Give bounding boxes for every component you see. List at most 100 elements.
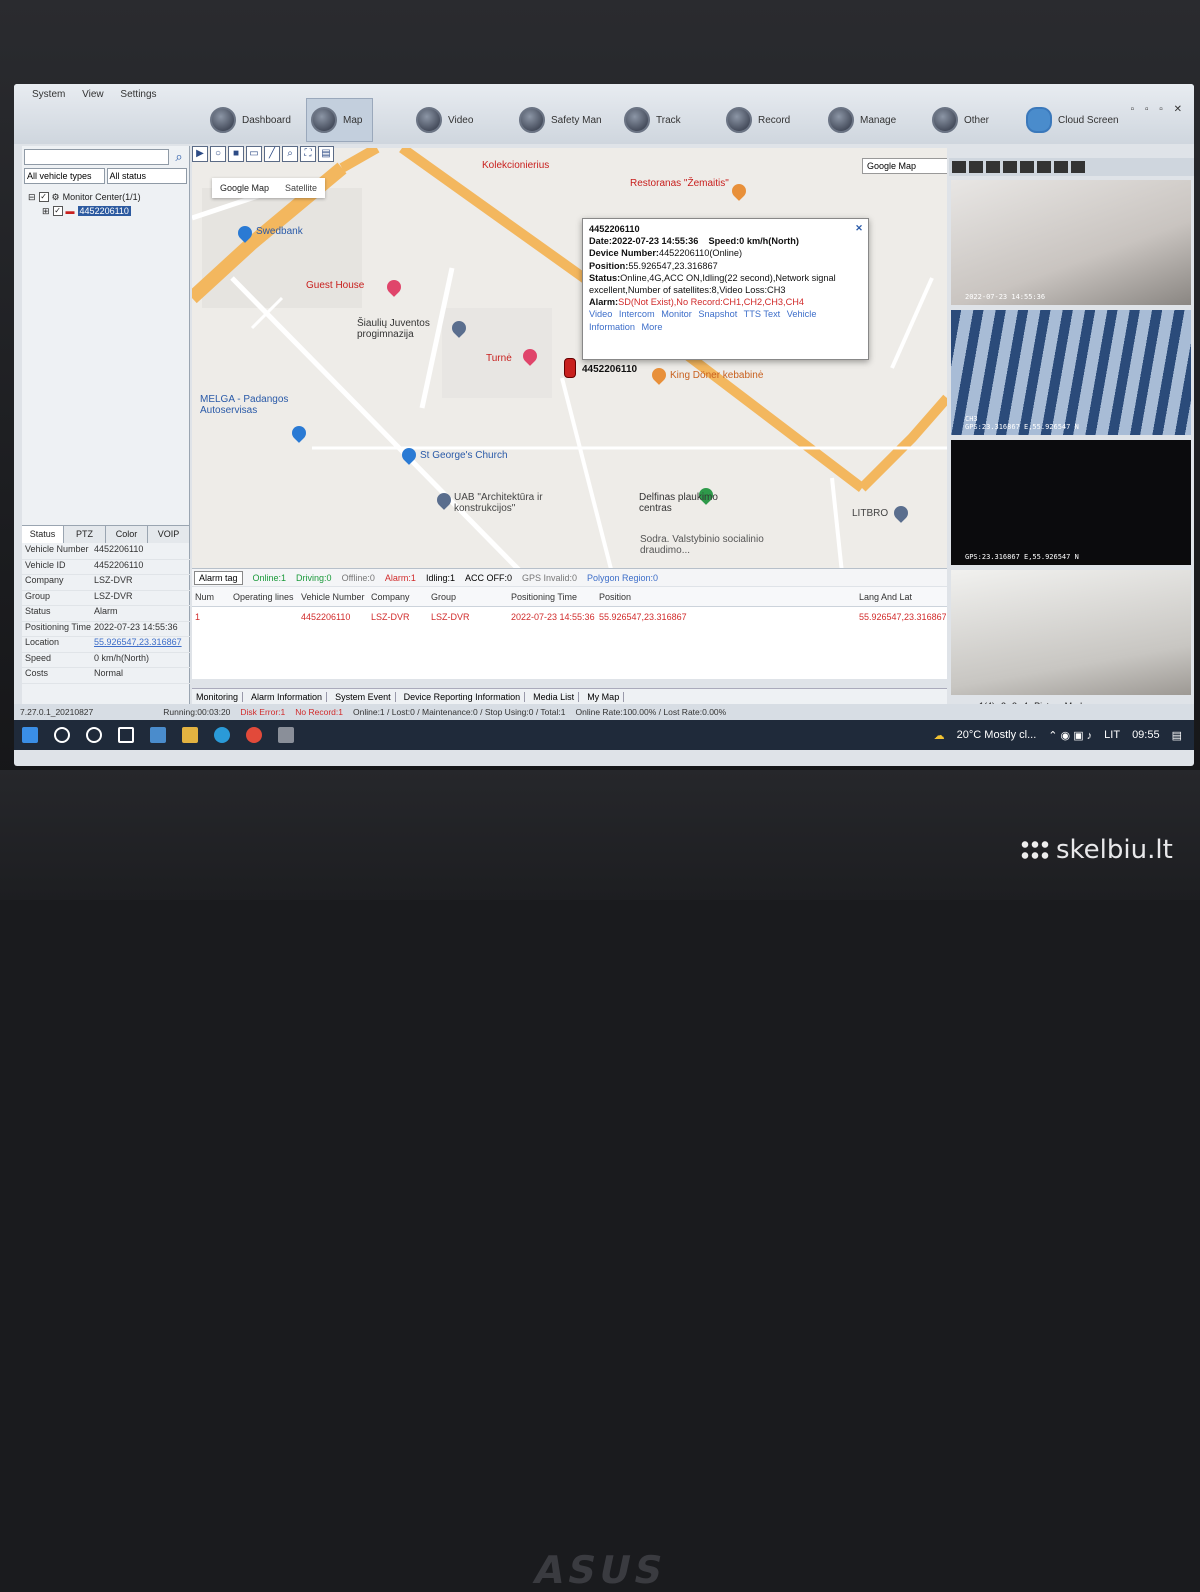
app-icon[interactable] (150, 727, 166, 743)
video-control-icon[interactable] (1003, 161, 1017, 173)
clock[interactable]: 09:55 (1132, 729, 1160, 741)
popup-link-intercom[interactable]: Intercom (619, 309, 655, 319)
notification-icon[interactable]: ▤ (1172, 729, 1182, 742)
video-control-icon[interactable] (986, 161, 1000, 173)
weather-text[interactable]: 20°C Mostly cl... (957, 729, 1037, 741)
search-icon[interactable] (54, 727, 70, 743)
fleet-stats: Online:1 / Lost:0 / Maintenance:0 / Stop… (353, 707, 566, 717)
filter-idling[interactable]: Idling:1 (426, 573, 455, 583)
zoom-icon[interactable]: ⌕ (282, 146, 298, 162)
circle-icon[interactable]: ○ (210, 146, 226, 162)
laptop-screen: System View Settings Dashboard Map Video… (14, 84, 1194, 766)
filter-online[interactable]: Online:1 (253, 573, 287, 583)
folder-icon[interactable] (182, 727, 198, 743)
google-map-option[interactable]: Google Map (212, 178, 277, 198)
nav-map[interactable]: Map (306, 98, 374, 142)
stop-icon[interactable]: ■ (228, 146, 244, 162)
manage-icon (828, 107, 854, 133)
popup-link-video[interactable]: Video (589, 309, 612, 319)
popup-link-vehicle[interactable]: Vehicle (787, 309, 817, 319)
map-label-architecture: UAB "Architektūra ir konstrukcijos" (454, 492, 543, 514)
video-channel-3[interactable]: GPS:23.316867 E,55.926547 N (951, 440, 1191, 565)
filter-polygon-region[interactable]: Polygon Region:0 (587, 573, 658, 583)
popup-link-monitor[interactable]: Monitor (661, 309, 692, 319)
tab-device-reporting[interactable]: Device Reporting Information (400, 691, 526, 702)
filter-offline[interactable]: Offline:0 (342, 573, 375, 583)
popup-link-snapshot[interactable]: Snapshot (698, 309, 737, 319)
table-header: Num Operating lines Vehicle Number Compa… (192, 587, 947, 607)
status-select[interactable]: All status (106, 168, 187, 184)
close-icon[interactable]: ✕ (855, 222, 863, 234)
tree-device[interactable]: ⊞ ✓ ▬ 4452206110 (28, 204, 183, 218)
vehicle-search-input[interactable] (24, 149, 169, 165)
expand-icon[interactable]: ⊞ (42, 206, 50, 217)
checkbox[interactable]: ✓ (38, 192, 49, 202)
checkbox[interactable]: ✓ (52, 206, 63, 216)
nav-safety[interactable]: Safety Man (519, 98, 602, 142)
video-control-icon[interactable] (1071, 161, 1085, 173)
filter-alarm[interactable]: Alarm:1 (385, 573, 416, 583)
search-icon[interactable]: ⌕ (171, 149, 187, 165)
video-control-icon[interactable] (952, 161, 966, 173)
edge-icon[interactable] (214, 727, 230, 743)
collapse-icon[interactable]: ⊟ (28, 192, 36, 203)
nav-track[interactable]: Track (624, 98, 681, 142)
table-row[interactable]: 1 4452206110 LSZ-DVR LSZ-DVR 2022-07-23 … (192, 607, 947, 627)
map-label-delfinas: Delfinas plaukimo centras (639, 492, 718, 514)
video-channel-4[interactable] (951, 570, 1191, 695)
nav-other[interactable]: Other (932, 98, 989, 142)
filter-acc-off[interactable]: ACC OFF:0 (465, 573, 512, 583)
video-channel-2[interactable]: CH3 GPS:23.316867 E,55.926547 N (951, 310, 1191, 435)
tab-color[interactable]: Color (106, 526, 148, 543)
tab-voip[interactable]: VOIP (148, 526, 190, 543)
windows-start-icon[interactable] (22, 727, 38, 743)
video-control-icon[interactable] (1037, 161, 1051, 173)
tab-ptz[interactable]: PTZ (64, 526, 106, 543)
tab-alarm-information[interactable]: Alarm Information (247, 691, 328, 702)
language[interactable]: LIT (1104, 729, 1120, 741)
other-icon (932, 107, 958, 133)
tab-media-list[interactable]: Media List (529, 691, 580, 702)
nav-record[interactable]: Record (726, 98, 790, 142)
location-link[interactable]: 55.926547,23.316867 (94, 637, 190, 652)
tab-status[interactable]: Status (22, 526, 64, 543)
chrome-icon[interactable] (246, 727, 262, 743)
video-control-icon[interactable] (969, 161, 983, 173)
app-icon[interactable] (278, 727, 294, 743)
popup-link-more[interactable]: More (642, 322, 663, 332)
popup-link-information[interactable]: Information (589, 322, 635, 332)
play-icon[interactable]: ▶ (192, 146, 208, 162)
menu-view[interactable]: View (82, 89, 104, 100)
layers-icon[interactable]: ▤ (318, 146, 334, 162)
menu-settings[interactable]: Settings (120, 89, 156, 100)
cortana-icon[interactable] (86, 727, 102, 743)
vehicle-marker-icon[interactable] (564, 358, 576, 378)
line-icon[interactable]: ╱ (264, 146, 280, 162)
nav-dashboard[interactable]: Dashboard (210, 98, 291, 142)
map-toolbar: ▶ ○ ■ ▭ ╱ ⌕ ⛶ ▤ (192, 146, 334, 164)
satellite-option[interactable]: Satellite (277, 178, 325, 198)
map-source-select[interactable]: Google Map (862, 158, 947, 174)
nav-video[interactable]: Video (416, 98, 473, 142)
alarm-tag-select[interactable]: Alarm tag (194, 570, 243, 585)
filter-driving[interactable]: Driving:0 (296, 573, 332, 583)
rect-icon[interactable]: ▭ (246, 146, 262, 162)
menu-system[interactable]: System (32, 89, 65, 100)
window-controls[interactable]: ▫ ▫ ▫ ✕ (1131, 104, 1186, 115)
tab-monitoring[interactable]: Monitoring (192, 691, 244, 702)
tray-icons[interactable]: ⌃ ◉ ▣ ♪ (1048, 729, 1092, 742)
video-control-icon[interactable] (1020, 161, 1034, 173)
tab-my-map[interactable]: My Map (583, 691, 625, 702)
vehicle-type-select[interactable]: All vehicle types (24, 168, 105, 184)
tree-root[interactable]: ⊟ ✓ ⚙ Monitor Center(1/1) (28, 190, 183, 204)
filter-gps-invalid[interactable]: GPS Invalid:0 (522, 573, 577, 583)
video-control-icon[interactable] (1054, 161, 1068, 173)
video-channel-1[interactable]: 2022-07-23 14:55:36 (951, 180, 1191, 305)
nav-cloud-screen[interactable]: Cloud Screen (1026, 98, 1119, 142)
nav-manage[interactable]: Manage (828, 98, 896, 142)
fullscreen-icon[interactable]: ⛶ (300, 146, 316, 162)
tab-system-event[interactable]: System Event (331, 691, 396, 702)
map-view[interactable]: Google Map Satellite Swedbank Guest Hous… (192, 148, 947, 573)
popup-link-tts[interactable]: TTS Text (744, 309, 781, 319)
task-view-icon[interactable] (118, 727, 134, 743)
